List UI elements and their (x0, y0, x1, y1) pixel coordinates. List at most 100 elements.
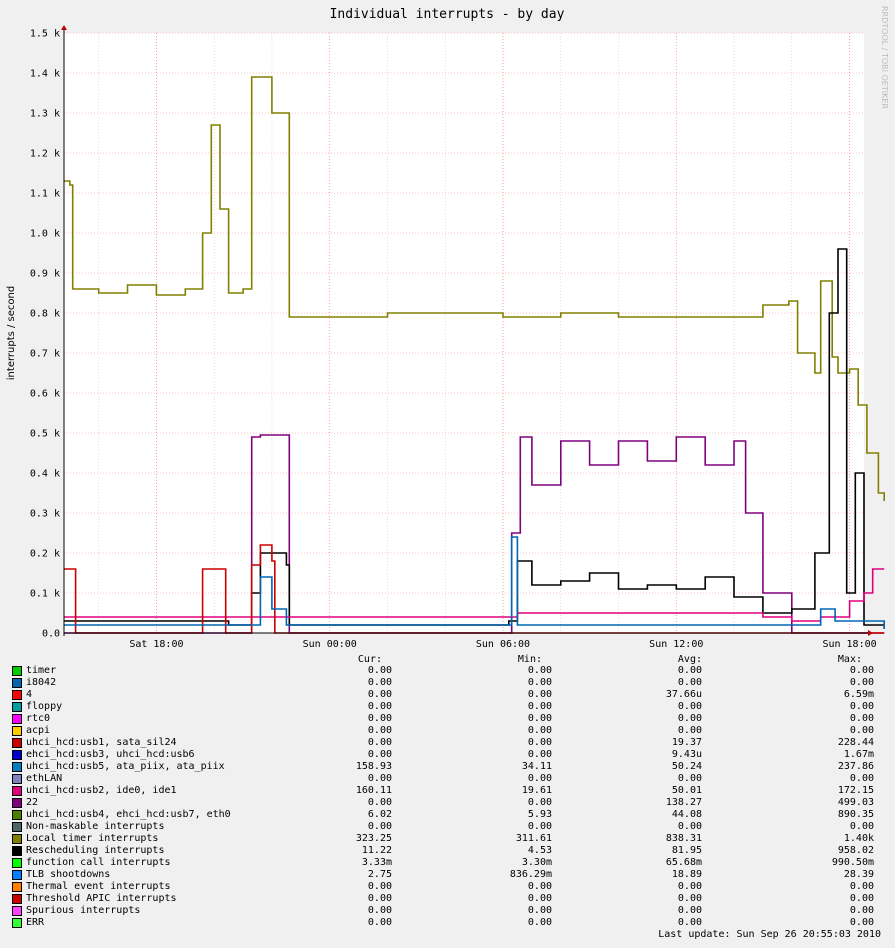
legend-header-avg: Avg: (677, 654, 702, 665)
legend-name: Local timer interrupts (26, 833, 159, 844)
legend-max-value: 0.00 (849, 677, 874, 688)
legend-swatch (12, 678, 22, 688)
legend-max-value: 28.39 (843, 869, 874, 880)
y-tick-label: 0.1 k (30, 589, 60, 600)
legend-cur-value: 0.00 (367, 737, 392, 748)
legend-row: Threshold APIC interrupts 0.00 0.00 0.00 0.0… (0, 893, 895, 905)
legend-min-value: 0.00 (527, 665, 552, 676)
legend-max-value: 228.44 (837, 737, 874, 748)
y-tick-label: 0.8 k (30, 309, 60, 320)
legend-swatch (12, 846, 22, 856)
legend-row: Rescheduling interrupts 11.22 4.53 81.95 958… (0, 845, 895, 857)
legend-name: Rescheduling interrupts (26, 845, 165, 856)
legend-swatch (12, 726, 22, 736)
legend-avg-value: 50.24 (671, 761, 702, 772)
legend-row: function call interrupts 3.33m 3.30m 65.68m… (0, 857, 895, 869)
legend-min-value: 0.00 (527, 917, 552, 928)
legend-avg-value: 138.27 (665, 797, 702, 808)
legend-cur-value: 0.00 (367, 917, 392, 928)
chart-title: Individual interrupts - by day (330, 7, 565, 22)
legend-swatch (12, 882, 22, 892)
legend-avg-value: 838.31 (665, 833, 702, 844)
legend-max-value: 499.03 (837, 797, 874, 808)
legend-avg-value: 0.00 (677, 893, 702, 904)
legend-swatch (12, 774, 22, 784)
legend-name: Threshold APIC interrupts (26, 893, 177, 904)
plot-area (64, 33, 864, 633)
legend-swatch (12, 714, 22, 724)
legend-min-value: 3.30m (521, 857, 552, 868)
legend-cur-value: 0.00 (367, 665, 392, 676)
legend-cur-value: 6.02 (367, 809, 392, 820)
legend-cur-value: 0.00 (367, 713, 392, 724)
legend-min-value: 0.00 (527, 893, 552, 904)
legend-cur-value: 0.00 (367, 701, 392, 712)
legend-name: timer (26, 665, 57, 676)
legend-cur-value: 2.75 (367, 869, 392, 880)
y-tick-label: 1.1 k (30, 189, 60, 200)
legend-avg-value: 19.37 (671, 737, 702, 748)
legend-row: acpi 0.00 0.00 0.00 0.00 (0, 725, 895, 737)
legend-avg-value: 0.00 (677, 665, 702, 676)
legend-cur-value: 0.00 (367, 893, 392, 904)
legend-cur-value: 3.33m (361, 857, 392, 868)
legend-min-value: 0.00 (527, 677, 552, 688)
legend-name: 4 (26, 689, 33, 700)
y-tick-label: 1.2 k (30, 149, 60, 160)
legend-row: ethLAN 0.00 0.00 0.00 0.00 (0, 773, 895, 785)
legend-max-value: 0.00 (849, 881, 874, 892)
legend-swatch (12, 822, 22, 832)
legend-cur-value: 0.00 (367, 677, 392, 688)
legend-row: TLB shootdowns 2.75 836.29m 18.89 28.39 (0, 869, 895, 881)
legend-max-value: 237.86 (837, 761, 874, 772)
legend-max-value: 990.50m (831, 857, 874, 868)
legend-row: i8042 0.00 0.00 0.00 0.00 (0, 677, 895, 689)
legend-cur-value: 0.00 (367, 773, 392, 784)
legend-swatch (12, 786, 22, 796)
legend-name: Spurious interrupts (26, 905, 141, 916)
legend-avg-value: 0.00 (677, 713, 702, 724)
legend-name: function call interrupts (26, 857, 171, 868)
legend-swatch (12, 702, 22, 712)
x-axis-arrow (868, 630, 873, 636)
legend-min-value: 311.61 (515, 833, 552, 844)
legend-max-value: 0.00 (849, 893, 874, 904)
legend-avg-value: 0.00 (677, 881, 702, 892)
legend-min-value: 0.00 (527, 797, 552, 808)
legend-cur-value: 0.00 (367, 749, 392, 760)
legend-swatch (12, 810, 22, 820)
y-tick-label: 0.2 k (30, 549, 60, 560)
legend-swatch (12, 834, 22, 844)
legend-min-value: 0.00 (527, 689, 552, 700)
legend-row: 4 0.00 0.00 37.66u 6.59m (0, 689, 895, 701)
y-tick-label: 1.5 k (30, 29, 60, 40)
y-tick-label: 0.7 k (30, 349, 60, 360)
legend-max-value: 0.00 (849, 713, 874, 724)
legend-max-value: 1.67m (843, 749, 874, 760)
legend-min-value: 5.93 (527, 809, 552, 820)
legend-min-value: 0.00 (527, 713, 552, 724)
legend-cur-value: 0.00 (367, 821, 392, 832)
legend-row: 22 0.00 0.00 138.27 499.03 (0, 797, 895, 809)
legend-avg-value: 0.00 (677, 905, 702, 916)
legend-cur-value: 160.11 (355, 785, 392, 796)
legend-row: uhci_hcd:usb1, sata_sil24 0.00 0.00 19.37 22… (0, 737, 895, 749)
legend-name: i8042 (26, 677, 57, 688)
legend-avg-value: 0.00 (677, 773, 702, 784)
legend-avg-value: 81.95 (671, 845, 702, 856)
legend-swatch (12, 750, 22, 760)
x-tick-label: Sun 00:00 (303, 639, 357, 648)
legend-cur-value: 11.22 (361, 845, 392, 856)
legend-cur-value: 323.25 (355, 833, 392, 844)
last-update: Last update: Sun Sep 26 20:55:03 2010 (658, 929, 881, 940)
legend-cur-value: 0.00 (367, 905, 392, 916)
legend-avg-value: 37.66u (665, 689, 702, 700)
legend-name: acpi (26, 725, 51, 736)
legend-header-max: Max: (837, 654, 862, 665)
legend-avg-value: 9.43u (671, 749, 702, 760)
legend-row: Spurious interrupts 0.00 0.00 0.00 0.00 (0, 905, 895, 917)
legend-name: Thermal event interrupts (26, 881, 171, 892)
legend-avg-value: 18.89 (671, 869, 702, 880)
y-tick-label: 1.3 k (30, 109, 60, 120)
legend-max-value: 958.02 (837, 845, 874, 856)
